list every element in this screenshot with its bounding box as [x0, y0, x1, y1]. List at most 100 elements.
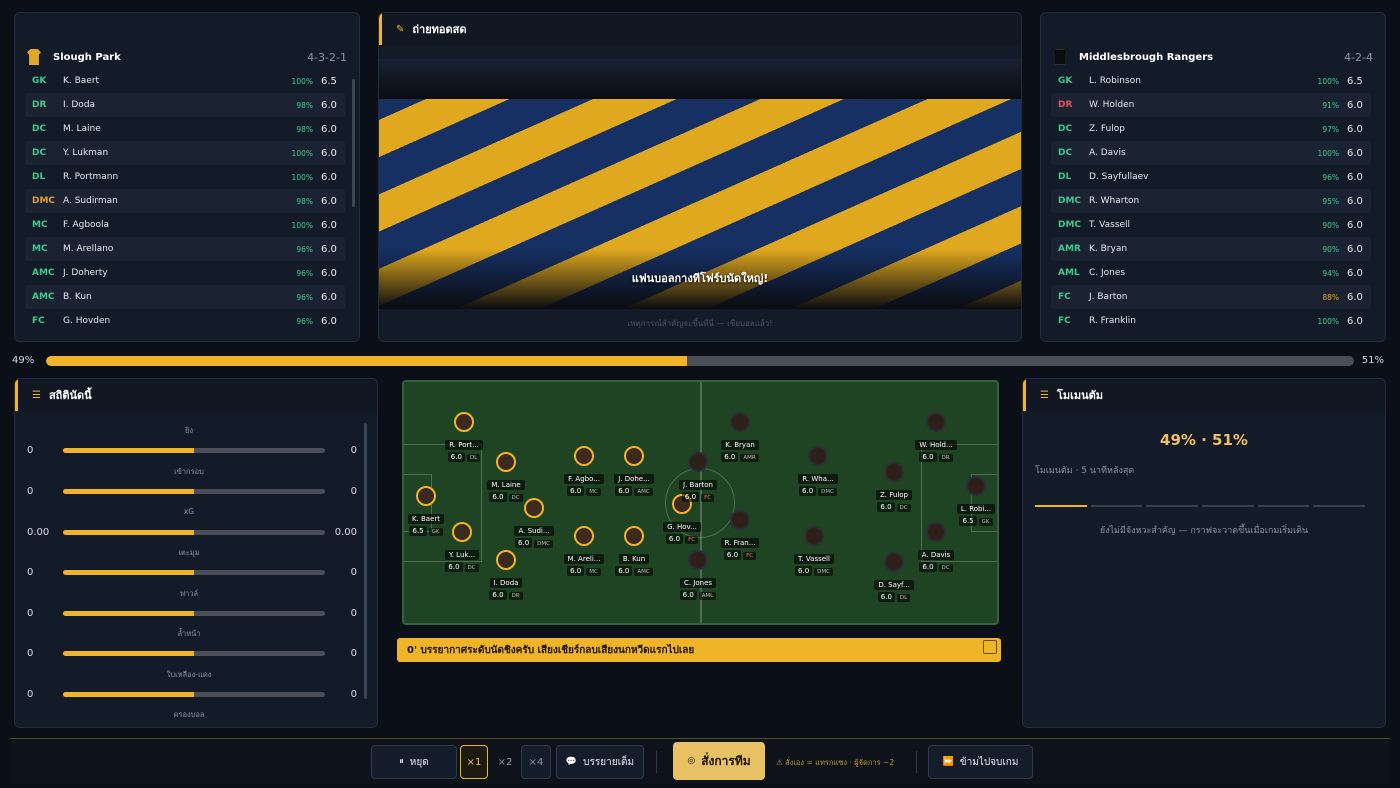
player-avatar — [730, 412, 750, 432]
player-row[interactable]: DC Y. Lukman 100% 6.0 — [25, 141, 345, 165]
player-row[interactable]: DC Z. Fulop 97% 6.0 — [1051, 117, 1371, 141]
match-stats-panel: ☰ สถิตินัดนี้ ยิง 0 0 เข้ากรอบ 0 0 xG 0.00 0.00 เ… — [14, 378, 378, 728]
player-avatar — [624, 446, 644, 466]
player-rating: 6.5 — [321, 75, 337, 87]
full-commentary-button[interactable]: 💬 บรรยายเต็ม — [556, 745, 644, 779]
stat-label: xG — [183, 507, 195, 516]
home-pitch-player[interactable]: M. Laine 6.0 DC — [476, 452, 536, 502]
player-row[interactable]: DMC T. Vassell 90% 6.0 — [1051, 213, 1371, 237]
away-pitch-player[interactable]: L. Robi... 6.5 GK — [946, 476, 997, 526]
player-row[interactable]: GK K. Baert 100% 6.5 — [25, 69, 345, 93]
pitch-player-name: J. Barton — [679, 480, 717, 490]
player-position: DMC — [32, 196, 56, 206]
player-row[interactable]: AMC B. Kun 96% 6.0 — [25, 285, 345, 309]
player-condition: 98% — [296, 196, 313, 206]
player-rating: 6.0 — [1347, 291, 1363, 303]
pitch-player-position: DC — [896, 504, 911, 512]
away-pitch-player[interactable]: R. Wha... 6.0 DMC — [788, 446, 848, 496]
player-row[interactable]: AMR K. Bryan 90% 6.0 — [1051, 237, 1371, 261]
team-tactics-label: สั่งการทีม — [701, 753, 751, 768]
player-row[interactable]: DMC R. Wharton 95% 6.0 — [1051, 189, 1371, 213]
pause-button[interactable]: ⏸ หยุด — [371, 745, 457, 779]
pitch-player-rating: 6.0 — [615, 566, 633, 576]
pitch-player-position: DC — [938, 564, 953, 572]
speed-2x-button[interactable]: ×2 — [490, 745, 520, 779]
momentum-panel: ☰ โมเมนตัม 49% · 51% โมเมนตัม · 5 นาทีหล… — [1022, 378, 1386, 728]
stat-bar — [63, 530, 325, 535]
home-list-scrollbar[interactable] — [352, 79, 355, 207]
pitch-player-rating: 6.0 — [799, 486, 817, 496]
player-name: J. Doherty — [63, 268, 108, 278]
skip-to-end-button[interactable]: ⏩ ข้ามไปจบเกม — [928, 745, 1033, 779]
player-row[interactable]: DC M. Laine 98% 6.0 — [25, 117, 345, 141]
player-row[interactable]: DL R. Portmann 100% 6.0 — [25, 165, 345, 189]
pitch-player-position: FC — [701, 494, 715, 502]
pitch-player-name: C. Jones — [679, 578, 717, 588]
stat-away-value: 0 — [350, 648, 357, 659]
pitch-player-position: DMC — [814, 568, 833, 576]
away-pitch-player[interactable]: D. Sayf... 6.0 DL — [864, 552, 924, 602]
player-row[interactable]: AMC J. Doherty 96% 6.0 — [25, 261, 345, 285]
player-rating: 6.0 — [1347, 171, 1363, 183]
stats-scrollbar[interactable] — [364, 423, 367, 699]
list-icon: ☰ — [32, 389, 41, 401]
momentum-segment — [1202, 505, 1254, 507]
player-rating: 6.5 — [1347, 75, 1363, 87]
pitch-player-position: DR — [508, 592, 523, 600]
player-row[interactable]: DMC A. Sudirman 98% 6.0 — [25, 189, 345, 213]
player-rating: 6.0 — [321, 243, 337, 255]
pitch-player-name: M. Areli... — [563, 554, 605, 564]
player-position: DR — [32, 100, 47, 110]
player-position: FC — [32, 316, 45, 326]
player-row[interactable]: DR W. Holden 91% 6.0 — [1051, 93, 1371, 117]
away-player-list: GK L. Robinson 100% 6.5 DR W. Holden 91% 6.0 DC Z… — [1051, 69, 1371, 333]
away-pitch-player[interactable]: C. Jones 6.0 AML — [668, 550, 728, 600]
stat-away-value: 0 — [350, 567, 357, 578]
pitch-player-name: M. Laine — [487, 480, 525, 490]
pitch-player-position: AMR — [740, 454, 759, 462]
speed-4x-button[interactable]: ×4 — [521, 745, 551, 779]
pitch-player-name: Y. Luk... — [444, 550, 480, 560]
player-avatar — [966, 476, 986, 496]
player-row[interactable]: MC M. Arellano 96% 6.0 — [25, 237, 345, 261]
momentum-header: ☰ โมเมนตัม — [1023, 379, 1385, 411]
player-avatar — [574, 526, 594, 546]
away-pitch-player[interactable]: T. Vassell 6.0 DMC — [784, 526, 844, 576]
stat-home-value: 0.00 — [27, 527, 50, 538]
player-row[interactable]: DL D. Sayfullaev 96% 6.0 — [1051, 165, 1371, 189]
home-pitch-player[interactable]: B. Kun 6.0 AMC — [604, 526, 664, 576]
player-name: R. Franklin — [1089, 316, 1137, 326]
player-row[interactable]: FC J. Barton 88% 6.0 — [1051, 285, 1371, 309]
player-name: B. Kun — [63, 292, 92, 302]
player-name: R. Wharton — [1089, 196, 1140, 206]
team-tactics-button[interactable]: ◎ สั่งการทีม — [673, 742, 765, 780]
pitch-player-position: MC — [586, 488, 601, 496]
speed-1x-button[interactable]: ×1 — [460, 745, 488, 779]
video-title: ถ่ายทอดสด — [412, 23, 467, 36]
away-jersey-icon — [1053, 49, 1067, 65]
away-pitch-player[interactable]: Z. Fulop 6.0 DC — [864, 462, 924, 512]
pitch-player-rating: 6.0 — [665, 534, 684, 544]
player-row[interactable]: DR I. Doda 98% 6.0 — [25, 93, 345, 117]
away-pitch-player[interactable]: W. Hold... 6.0 DR — [906, 412, 966, 462]
home-pitch-player[interactable]: J. Dohe... 6.0 AMC — [604, 446, 664, 496]
player-row[interactable]: FC G. Hovden 96% 6.0 — [25, 309, 345, 333]
pitch-player-position: GK — [978, 518, 993, 526]
player-row[interactable]: MC F. Agboola 100% 6.0 — [25, 213, 345, 237]
player-name: Z. Fulop — [1089, 124, 1125, 134]
player-condition: 100% — [1317, 148, 1339, 158]
commentary-expand-button[interactable] — [983, 640, 997, 654]
pitch-player-position: DMC — [818, 488, 837, 496]
home-pitch-player[interactable]: I. Doda 6.0 DR — [476, 550, 536, 600]
speed-4x-label: ×4 — [528, 756, 544, 768]
momentum-subtitle: โมเมนตัม · 5 นาทีหลังสุด — [1035, 466, 1135, 476]
pitch-player-position: MC — [586, 568, 601, 576]
player-rating: 6.0 — [321, 99, 337, 111]
player-row[interactable]: FC R. Franklin 100% 6.0 — [1051, 309, 1371, 333]
player-row[interactable]: GK L. Robinson 100% 6.5 — [1051, 69, 1371, 93]
player-row[interactable]: AML C. Jones 94% 6.0 — [1051, 261, 1371, 285]
player-condition: 88% — [1322, 292, 1339, 302]
away-pitch-player[interactable]: J. Barton 6.0 FC — [668, 452, 728, 502]
player-condition: 96% — [296, 292, 313, 302]
player-row[interactable]: DC A. Davis 100% 6.0 — [1051, 141, 1371, 165]
